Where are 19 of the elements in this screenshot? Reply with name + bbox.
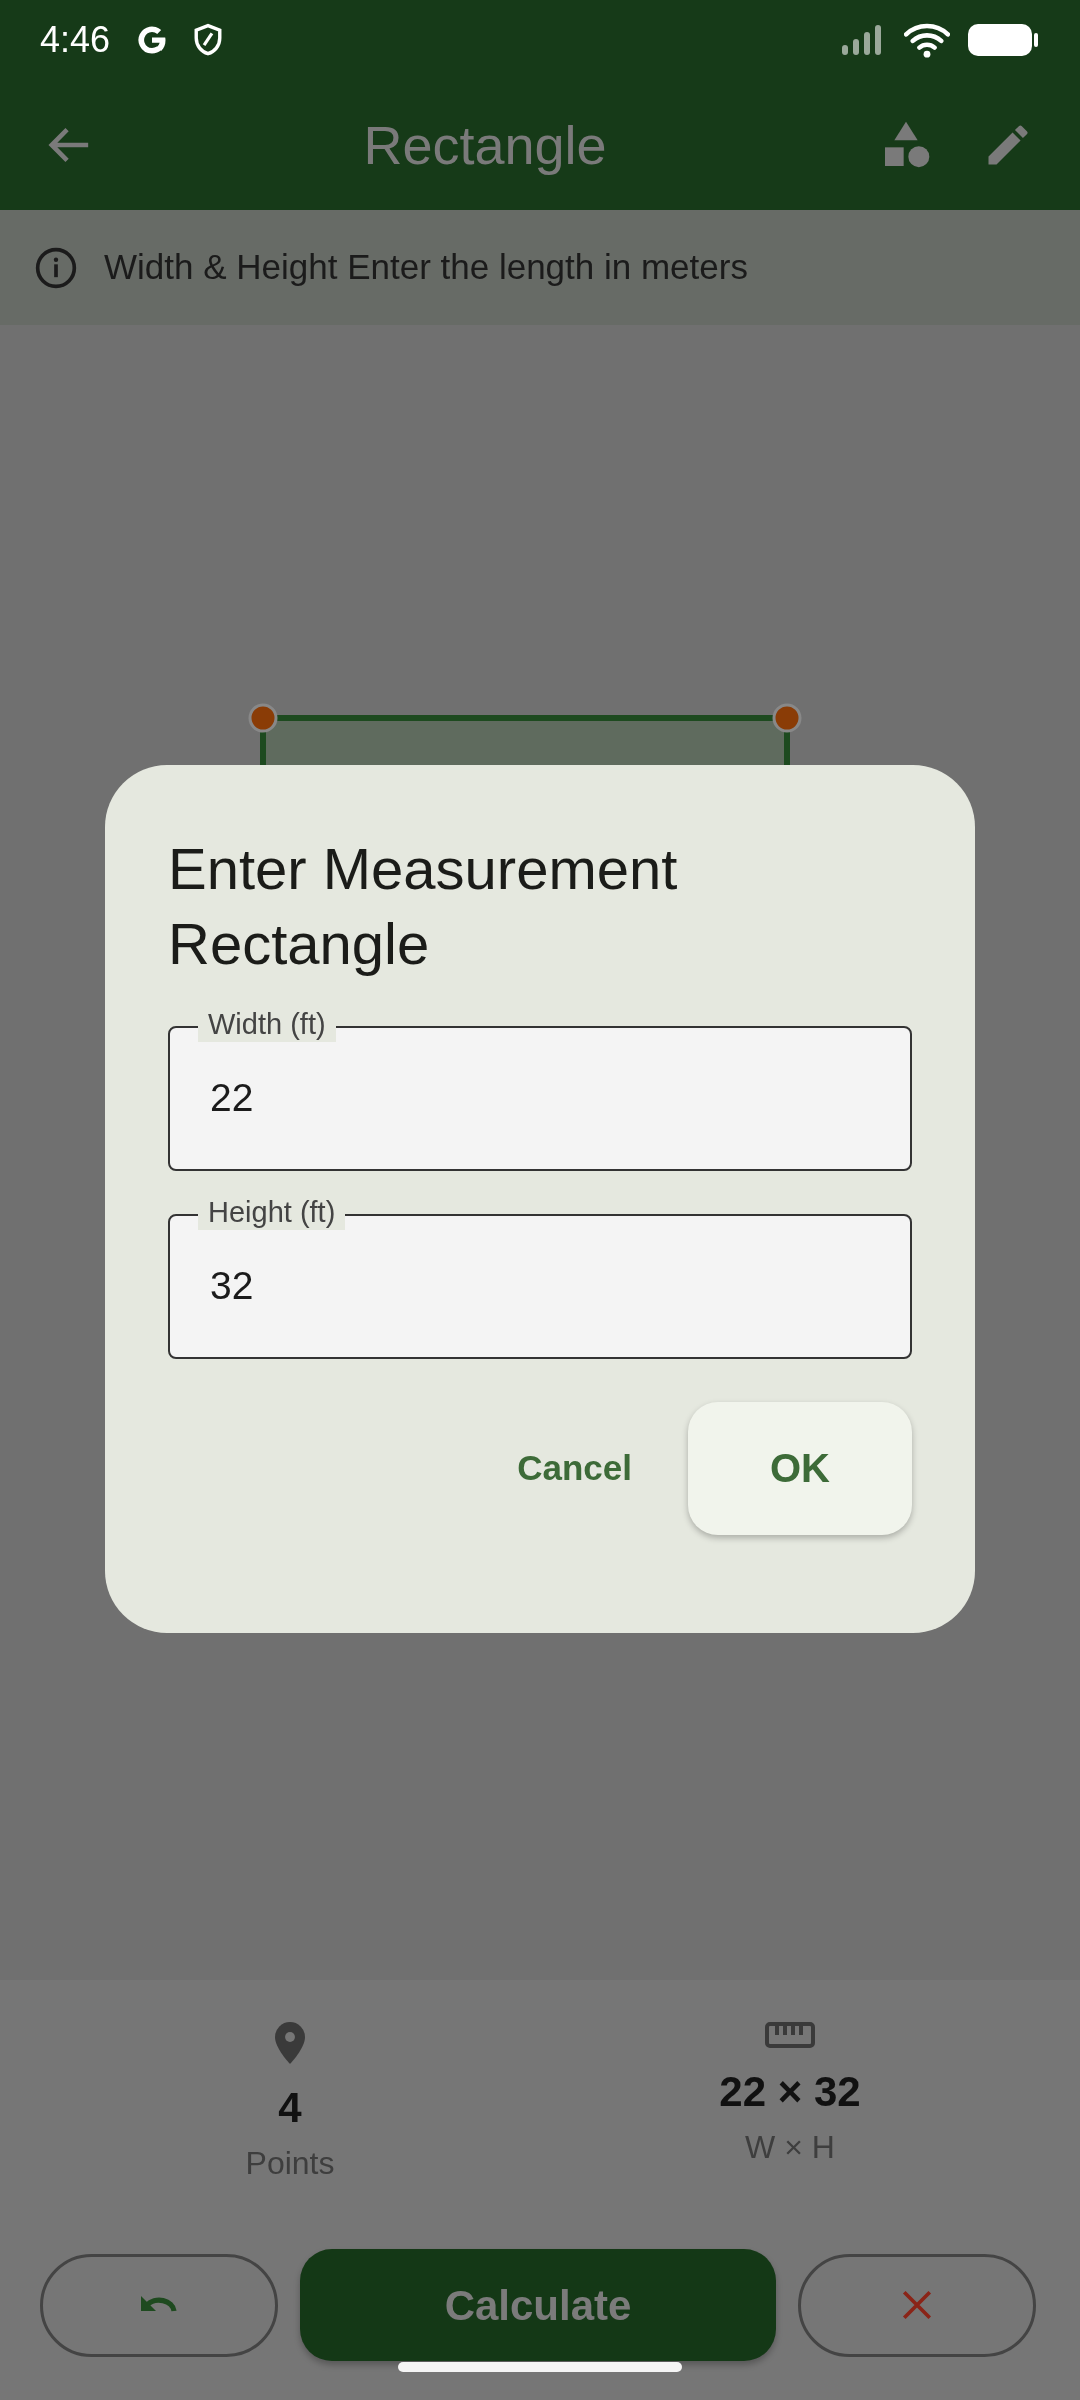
clear-button[interactable]	[798, 2253, 1036, 2357]
stat-value: 22 × 32	[719, 2067, 861, 2117]
battery-icon	[968, 23, 1040, 57]
ruler-icon	[765, 2020, 815, 2050]
stat-label: Points	[245, 2144, 335, 2183]
ok-button[interactable]: OK	[688, 1401, 912, 1535]
wifi-icon	[904, 22, 950, 58]
close-icon	[900, 2288, 934, 2322]
calculate-button[interactable]: Calculate	[300, 2249, 776, 2361]
info-icon	[34, 245, 78, 290]
cancel-button[interactable]: Cancel	[487, 1422, 662, 1515]
dialog-title: Enter Measurement Rectangle	[168, 835, 679, 979]
status-time: 4:46	[40, 18, 111, 62]
screen-title: Rectangle	[363, 114, 607, 175]
undo-button[interactable]	[40, 2253, 278, 2357]
stat-label: W × H	[745, 2128, 835, 2167]
location-pin-icon	[272, 2020, 308, 2066]
info-text: Width & Height Enter the length in meters	[104, 246, 748, 289]
stat-value: 4	[278, 2083, 302, 2133]
